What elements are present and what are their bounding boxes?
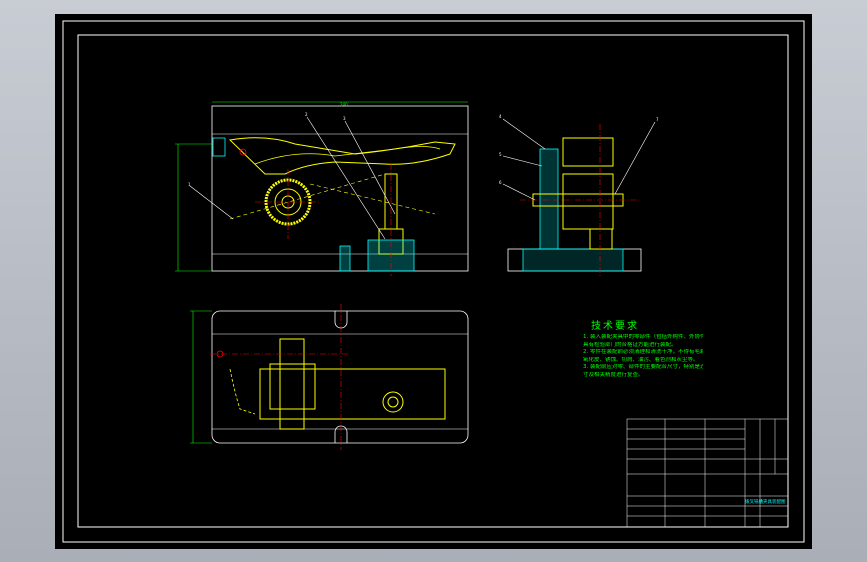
- technical-requirements-text: 1. 装入装配夹具中的零部件（包括外购件、外协件），均必须 具有检验部门的合格证…: [583, 334, 703, 379]
- requirement-line: 1. 装入装配夹具中的零部件（包括外购件、外协件），均必须: [583, 334, 703, 340]
- balloon-side-4: 4: [499, 114, 502, 119]
- cad-drawing: 240 1 2 3 4 5 6 7: [62, 20, 805, 543]
- balloon-side-5: 5: [499, 152, 502, 157]
- front-view: 240 1 2 3: [175, 101, 469, 276]
- top-view: [190, 304, 469, 450]
- balloon-side-7: 7: [656, 117, 659, 122]
- cad-window-frame: 240 1 2 3 4 5 6 7 技术要求 1. 装入装配夹具中的零部件（包括…: [0, 0, 867, 562]
- side-view: 4 5 6 7: [499, 114, 659, 276]
- sheet-outer-border: [62, 20, 805, 543]
- balloon-side-6: 6: [499, 180, 502, 185]
- title-block: [626, 418, 789, 528]
- sheet-inner-border: [77, 34, 789, 528]
- technical-requirements-title: 技术要求: [591, 321, 639, 332]
- requirement-line: 氧化皮、锈蚀、切屑、油污、着色剂和灰尘等。: [583, 356, 699, 363]
- svg-text:240: 240: [340, 102, 348, 107]
- requirement-line: 3. 装配前应对零、部件的主要配合尺寸，特别是过盈配合尺: [583, 364, 703, 370]
- requirement-line: 寸及相关精度进行复查。: [583, 371, 644, 378]
- balloon-front-2: 2: [305, 112, 308, 117]
- requirement-line: 2. 零件在装配前必须清理和清洗干净，不得有毛刺、飞边、: [583, 349, 703, 355]
- requirement-line: 具有检验部门的合格证方能进行装配。: [583, 341, 677, 348]
- drawing-title: 拨叉铣槽夹具装配图: [745, 500, 786, 505]
- balloon-front-3: 3: [343, 116, 346, 121]
- drawing-viewport[interactable]: 240 1 2 3 4 5 6 7 技术要求 1. 装入装配夹具中的零部件（包括…: [55, 14, 812, 549]
